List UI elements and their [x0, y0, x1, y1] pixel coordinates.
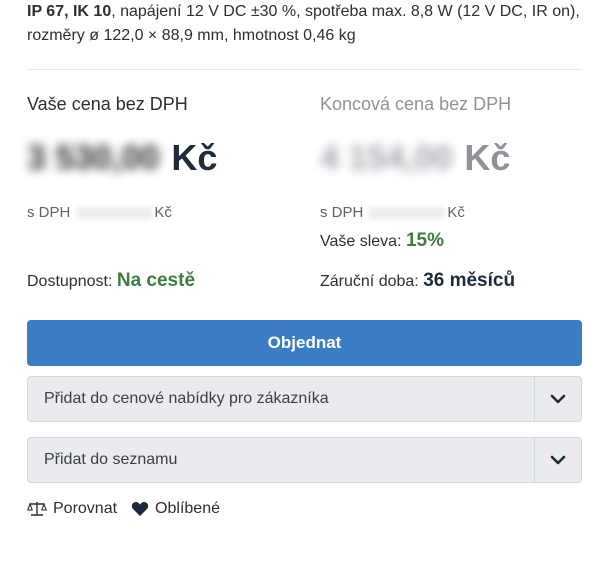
availability-value: Na cestě	[116, 270, 196, 291]
end-price-amount: 4 154,00	[320, 138, 453, 177]
heart-icon	[131, 502, 149, 516]
end-price-vat: s DPH Kč	[320, 204, 590, 221]
end-price-currency: Kč	[464, 137, 511, 178]
divider	[27, 69, 582, 70]
vat-amount-blurred	[369, 206, 446, 219]
warranty-value: 36 měsíců	[423, 270, 516, 291]
discount-value: 15%	[405, 230, 445, 251]
vat-currency: Kč	[447, 204, 465, 221]
spec-sep: ,	[64, 3, 73, 20]
warranty: Záruční doba: 36 měsíců	[320, 270, 515, 292]
vat-prefix: s DPH	[320, 204, 364, 221]
add-to-list-select[interactable]: Přidat do seznamu	[27, 437, 582, 483]
your-price-label: Vaše cena bez DPH	[27, 94, 188, 114]
your-price-currency: Kč	[171, 137, 218, 178]
favorite-label: Oblíbené	[155, 500, 220, 517]
spec-ip: IP 67	[27, 3, 65, 20]
availability-label: Dostupnost:	[27, 273, 113, 290]
your-price: 3 530,00 Kč	[27, 137, 297, 178]
discount-label: Vaše sleva:	[320, 233, 402, 250]
order-button[interactable]: Objednat	[27, 320, 582, 366]
availability: Dostupnost: Na cestě	[27, 270, 195, 292]
chevron-down-icon[interactable]	[534, 438, 581, 482]
vat-prefix: s DPH	[27, 204, 71, 221]
add-to-quote-label: Přidat do cenové nabídky pro zákazníka	[44, 390, 329, 407]
spec-ik: IK 10	[72, 3, 112, 20]
compare-link[interactable]: Porovnat	[27, 500, 117, 518]
vat-amount-blurred	[76, 206, 153, 219]
compare-label: Porovnat	[53, 500, 118, 517]
product-specs: IP 67, IK 10, napájení 12 V DC ±30 %, sp…	[27, 0, 587, 48]
price-block-right: Koncová cena bez DPH 4 154,00 Kč s DPH K…	[320, 90, 590, 221]
discount: Vaše sleva: 15%	[320, 230, 444, 252]
end-price: 4 154,00 Kč	[320, 137, 590, 178]
your-price-amount: 3 530,00	[27, 138, 160, 177]
add-to-list-label: Přidat do seznamu	[44, 451, 178, 468]
vat-currency: Kč	[154, 204, 172, 221]
scales-icon	[27, 502, 47, 516]
action-links: Porovnat Oblíbené	[27, 500, 234, 518]
add-to-quote-select[interactable]: Přidat do cenové nabídky pro zákazníka	[27, 376, 582, 422]
favorite-link[interactable]: Oblíbené	[131, 500, 220, 518]
chevron-down-icon[interactable]	[534, 377, 581, 421]
price-block-left: Vaše cena bez DPH 3 530,00 Kč s DPH Kč	[27, 90, 297, 221]
warranty-label: Záruční doba:	[320, 273, 419, 290]
end-price-label: Koncová cena bez DPH	[320, 94, 512, 114]
your-price-vat: s DPH Kč	[27, 204, 297, 221]
